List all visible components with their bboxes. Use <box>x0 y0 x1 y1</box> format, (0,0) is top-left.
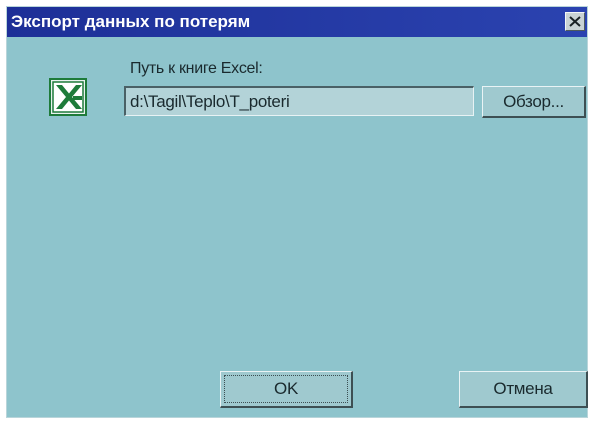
excel-icon <box>49 78 87 116</box>
ok-button[interactable]: OK <box>220 371 353 408</box>
export-dialog: Экспорт данных по потерям Путь к книге E… <box>6 6 588 418</box>
close-icon <box>569 16 581 27</box>
browse-button[interactable]: Обзор... <box>482 86 586 118</box>
focus-rectangle <box>224 375 348 403</box>
close-button[interactable] <box>565 12 585 31</box>
path-input[interactable] <box>124 86 474 116</box>
path-label: Путь к книге Excel: <box>130 60 263 77</box>
cancel-button[interactable]: Отмена <box>459 371 588 408</box>
window-title: Экспорт данных по потерям <box>11 12 251 31</box>
title-bar[interactable]: Экспорт данных по потерям <box>7 7 587 37</box>
